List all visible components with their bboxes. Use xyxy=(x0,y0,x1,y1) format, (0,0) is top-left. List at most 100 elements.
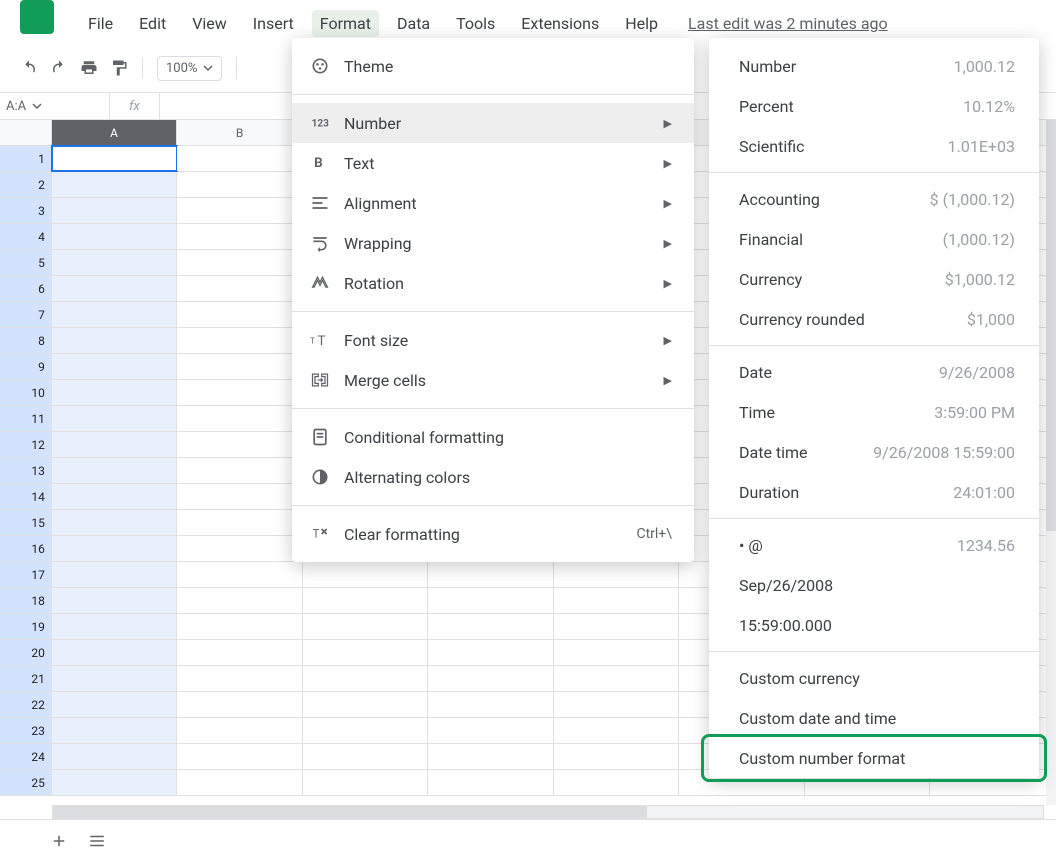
cell[interactable] xyxy=(177,588,303,613)
cell[interactable] xyxy=(177,744,303,769)
cell[interactable] xyxy=(52,302,178,327)
cell[interactable] xyxy=(177,640,303,665)
submenu-item-date[interactable]: Date9/26/2008 xyxy=(709,352,1039,392)
cell[interactable] xyxy=(554,614,680,639)
cell[interactable] xyxy=(177,692,303,717)
menu-help[interactable]: Help xyxy=(617,10,666,37)
submenu-item-financial[interactable]: Financial(1,000.12) xyxy=(709,219,1039,259)
menu-item-font-size[interactable]: TTFont size▶ xyxy=(292,320,694,360)
cell[interactable] xyxy=(303,614,429,639)
cell[interactable] xyxy=(52,510,178,535)
submenu-item-custom-number-format[interactable]: Custom number format xyxy=(709,738,1039,778)
cell[interactable] xyxy=(428,666,554,691)
cell[interactable] xyxy=(52,380,178,405)
menu-view[interactable]: View xyxy=(184,10,235,37)
row-header-14[interactable]: 14 xyxy=(0,484,52,509)
row-header-23[interactable]: 23 xyxy=(0,718,52,743)
cell[interactable] xyxy=(52,718,178,743)
cell[interactable] xyxy=(52,276,178,301)
zoom-selector[interactable]: 100% xyxy=(157,56,222,81)
row-header-4[interactable]: 4 xyxy=(0,224,52,249)
cell[interactable] xyxy=(428,744,554,769)
submenu-item-scientific[interactable]: Scientific1.01E+03 xyxy=(709,126,1039,166)
cell[interactable] xyxy=(52,692,178,717)
row-header-13[interactable]: 13 xyxy=(0,458,52,483)
cell[interactable] xyxy=(177,406,303,431)
column-header-B[interactable]: B xyxy=(177,120,303,145)
cell[interactable] xyxy=(52,640,178,665)
last-edit-link[interactable]: Last edit was 2 minutes ago xyxy=(688,14,888,33)
redo-icon[interactable] xyxy=(50,59,68,77)
cell[interactable] xyxy=(52,354,178,379)
cell[interactable] xyxy=(177,172,303,197)
name-box[interactable]: A:A xyxy=(0,93,110,119)
submenu-item-15-59-00-000[interactable]: 15:59:00.000 xyxy=(709,605,1039,645)
menu-item-number[interactable]: 123Number▶ xyxy=(292,103,694,143)
cell[interactable] xyxy=(177,666,303,691)
cell[interactable] xyxy=(428,614,554,639)
vertical-scrollbar[interactable] xyxy=(1046,120,1056,805)
row-header-25[interactable]: 25 xyxy=(0,770,52,795)
menu-item-clear-formatting[interactable]: TClear formattingCtrl+\ xyxy=(292,514,694,554)
cell[interactable] xyxy=(52,588,178,613)
cell[interactable] xyxy=(177,380,303,405)
cell[interactable] xyxy=(177,276,303,301)
row-header-9[interactable]: 9 xyxy=(0,354,52,379)
submenu-item-accounting[interactable]: Accounting$ (1,000.12) xyxy=(709,179,1039,219)
row-header-7[interactable]: 7 xyxy=(0,302,52,327)
cell[interactable] xyxy=(303,718,429,743)
print-icon[interactable] xyxy=(80,59,98,77)
menu-item-merge-cells[interactable]: Merge cells▶ xyxy=(292,360,694,400)
cell[interactable] xyxy=(554,692,680,717)
cell[interactable] xyxy=(428,640,554,665)
cell[interactable] xyxy=(177,614,303,639)
cell[interactable] xyxy=(554,770,680,795)
paint-format-icon[interactable] xyxy=(110,59,128,77)
row-header-11[interactable]: 11 xyxy=(0,406,52,431)
menu-item-alignment[interactable]: Alignment▶ xyxy=(292,183,694,223)
cell[interactable] xyxy=(177,770,303,795)
submenu-item-duration[interactable]: Duration24:01:00 xyxy=(709,472,1039,512)
row-header-1[interactable]: 1 xyxy=(0,146,52,171)
row-header-12[interactable]: 12 xyxy=(0,432,52,457)
submenu-item-currency[interactable]: Currency$1,000.12 xyxy=(709,259,1039,299)
cell[interactable] xyxy=(177,250,303,275)
row-header-21[interactable]: 21 xyxy=(0,666,52,691)
cell[interactable] xyxy=(428,692,554,717)
submenu-item-time[interactable]: Time3:59:00 PM xyxy=(709,392,1039,432)
menu-item-rotation[interactable]: Rotation▶ xyxy=(292,263,694,303)
cell[interactable] xyxy=(52,614,178,639)
row-header-6[interactable]: 6 xyxy=(0,276,52,301)
menu-item-conditional-formatting[interactable]: Conditional formatting xyxy=(292,417,694,457)
cell[interactable] xyxy=(52,458,178,483)
cell[interactable] xyxy=(177,718,303,743)
column-header-A[interactable]: A xyxy=(52,120,178,145)
row-header-22[interactable]: 22 xyxy=(0,692,52,717)
cell[interactable] xyxy=(52,406,178,431)
cell[interactable] xyxy=(177,432,303,457)
cell[interactable] xyxy=(52,172,178,197)
cell[interactable] xyxy=(52,536,178,561)
cell[interactable] xyxy=(303,744,429,769)
row-header-24[interactable]: 24 xyxy=(0,744,52,769)
cell[interactable] xyxy=(177,458,303,483)
cell[interactable] xyxy=(52,666,178,691)
submenu-item-custom-currency[interactable]: Custom currency xyxy=(709,658,1039,698)
cell[interactable] xyxy=(303,770,429,795)
select-all-corner[interactable] xyxy=(0,120,52,145)
row-header-10[interactable]: 10 xyxy=(0,380,52,405)
row-header-20[interactable]: 20 xyxy=(0,640,52,665)
submenu-item-custom-date-and-time[interactable]: Custom date and time xyxy=(709,698,1039,738)
cell[interactable] xyxy=(303,588,429,613)
cell[interactable] xyxy=(177,302,303,327)
cell[interactable] xyxy=(52,198,178,223)
cell[interactable] xyxy=(554,562,680,587)
menu-item-text[interactable]: BText▶ xyxy=(292,143,694,183)
submenu-item-sep-26-2008[interactable]: Sep/26/2008 xyxy=(709,565,1039,605)
cell[interactable] xyxy=(52,770,178,795)
cell[interactable] xyxy=(52,744,178,769)
row-header-5[interactable]: 5 xyxy=(0,250,52,275)
cell[interactable] xyxy=(52,562,178,587)
cell[interactable] xyxy=(52,328,178,353)
cell[interactable] xyxy=(554,588,680,613)
